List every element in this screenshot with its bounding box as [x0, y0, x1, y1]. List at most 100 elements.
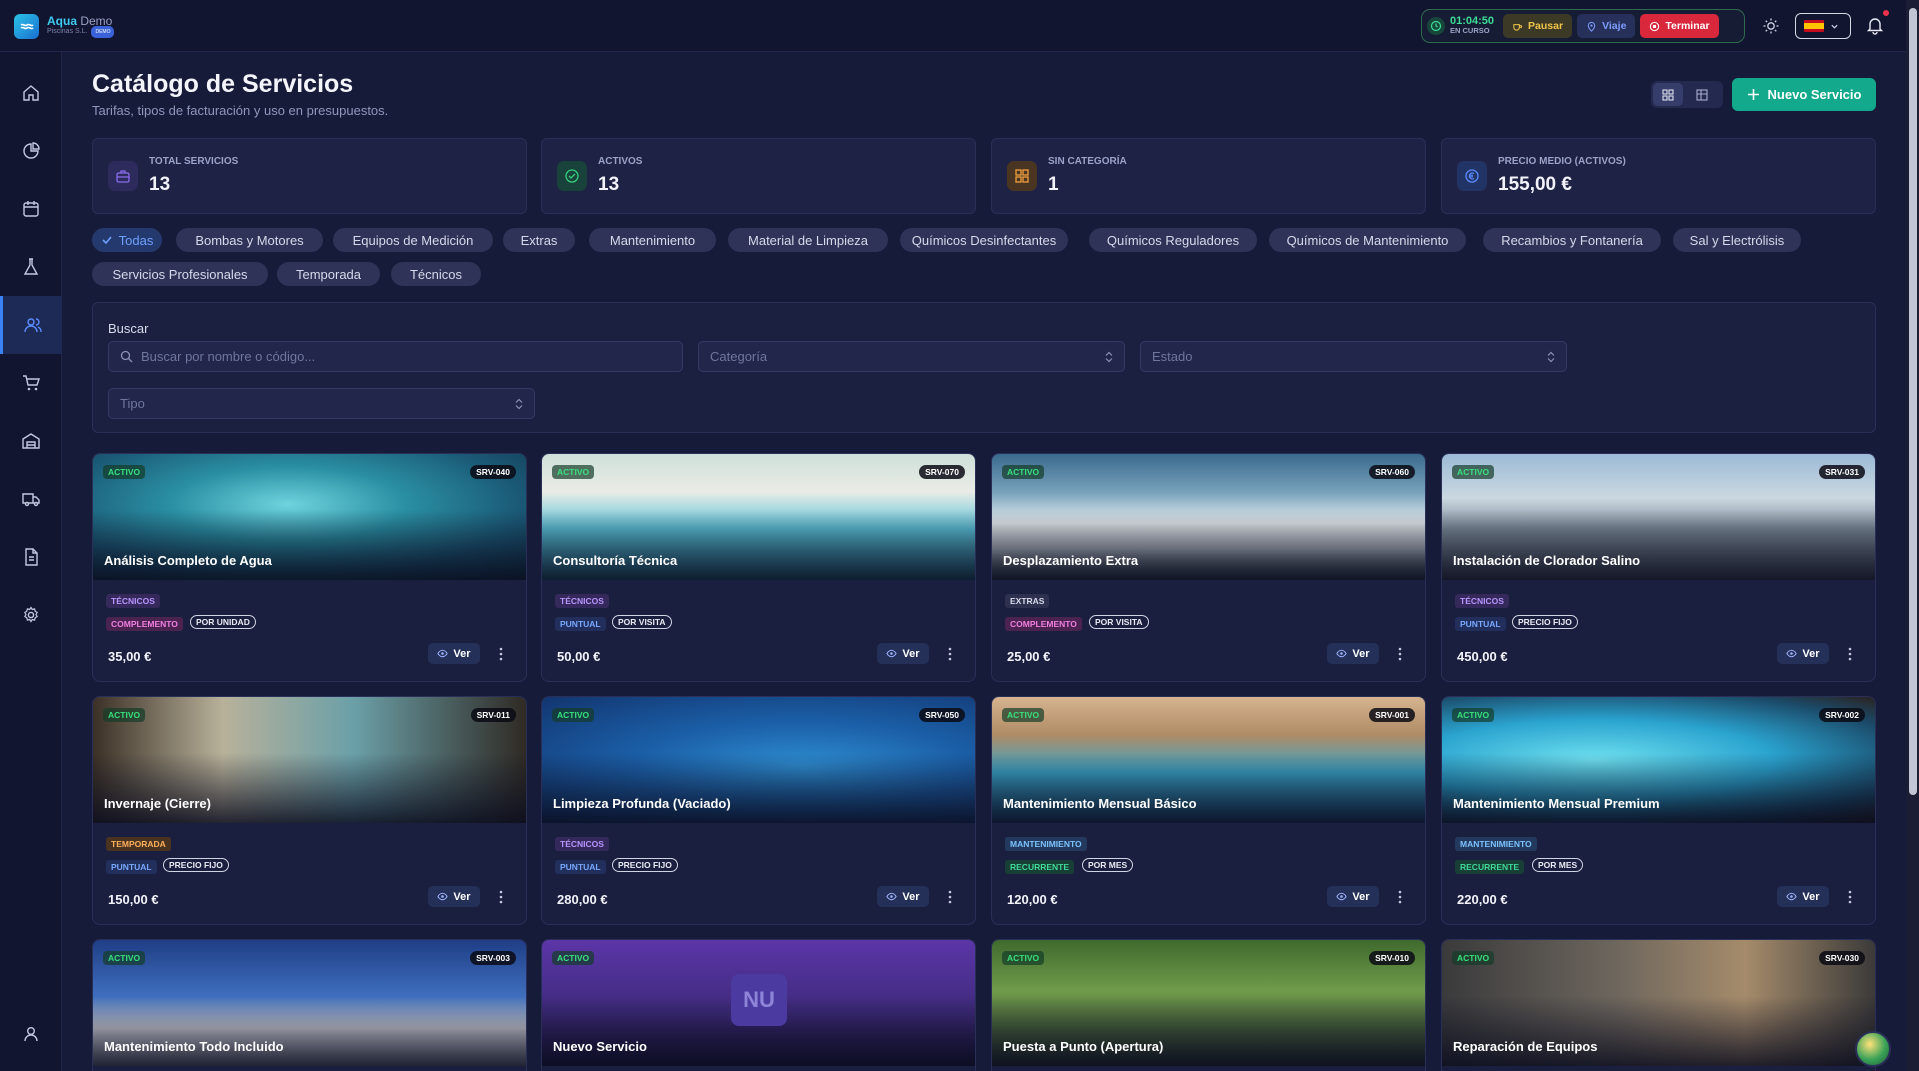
pause-button[interactable]: Pausar — [1503, 14, 1573, 38]
chip-mantenimiento[interactable]: Mantenimiento — [589, 228, 716, 252]
service-title: Desplazamiento Extra — [1003, 553, 1139, 568]
chip-extras[interactable]: Extras — [503, 228, 575, 252]
end-session-button[interactable]: Terminar — [1640, 14, 1719, 38]
service-card[interactable]: ACTIVO SRV-010 Puesta a Punto (Apertura) — [991, 939, 1426, 1071]
more-options-icon[interactable] — [495, 646, 507, 662]
service-card[interactable]: ACTIVO SRV-003 Mantenimiento Todo Inclui… — [92, 939, 527, 1071]
calendar-icon[interactable] — [0, 180, 62, 238]
chip-bombas-motores[interactable]: Bombas y Motores — [176, 228, 323, 252]
grid-icon — [1007, 161, 1037, 191]
more-options-icon[interactable] — [1394, 889, 1406, 905]
view-button[interactable]: Ver — [1777, 886, 1829, 907]
view-button[interactable]: Ver — [1777, 643, 1829, 664]
service-card[interactable]: ACTIVO SRV-040 Análisis Completo de Agua… — [92, 453, 527, 682]
service-card[interactable]: ACTIVO SRV-001 Mantenimiento Mensual Bás… — [991, 696, 1426, 925]
assistant-avatar[interactable] — [1855, 1031, 1891, 1067]
service-price: 150,00 € — [108, 892, 159, 907]
chip-tecnicos[interactable]: Técnicos — [391, 262, 481, 286]
more-options-icon[interactable] — [1844, 889, 1856, 905]
service-card[interactable]: ACTIVO SRV-002 Mantenimiento Mensual Pre… — [1441, 696, 1876, 925]
service-card[interactable]: ACTIVO SRV-030 Reparación de Equipos — [1441, 939, 1876, 1071]
chip-quimicos-reguladores[interactable]: Químicos Reguladores — [1089, 228, 1257, 252]
clock-icon — [1427, 17, 1445, 35]
document-icon[interactable] — [0, 528, 62, 586]
truck-icon[interactable] — [0, 470, 62, 528]
view-button[interactable]: Ver — [877, 643, 929, 664]
cart-icon[interactable] — [0, 354, 62, 412]
chip-equipos-medicion[interactable]: Equipos de Medición — [333, 228, 493, 252]
table-view-button[interactable] — [1687, 83, 1717, 106]
eye-icon — [1336, 649, 1348, 658]
status-badge: ACTIVO — [552, 951, 595, 965]
more-options-icon[interactable] — [944, 646, 956, 662]
more-options-icon[interactable] — [1394, 646, 1406, 662]
home-icon[interactable] — [0, 64, 62, 122]
service-card[interactable]: ACTIVO SRV-070 Consultoría Técnica TÉCNI… — [541, 453, 976, 682]
view-button[interactable]: Ver — [1327, 886, 1379, 907]
service-title: Análisis Completo de Agua — [104, 553, 272, 568]
view-button[interactable]: Ver — [1327, 643, 1379, 664]
service-card[interactable]: ACTIVO SRV-060 Desplazamiento Extra EXTR… — [991, 453, 1426, 682]
chip-recambios-fontaneria[interactable]: Recambios y Fontanería — [1483, 228, 1661, 252]
more-options-icon[interactable] — [495, 889, 507, 905]
view-button[interactable]: Ver — [428, 886, 480, 907]
language-selector[interactable] — [1795, 13, 1851, 39]
page-title: Catálogo de Servicios — [92, 70, 354, 98]
session-timer: 01:04:50 EN CURSO Pausar Viaje Terminar — [1421, 9, 1745, 43]
gear-icon[interactable] — [0, 586, 62, 644]
view-button[interactable]: Ver — [428, 643, 480, 664]
grid-view-button[interactable] — [1653, 83, 1683, 106]
more-options-icon[interactable] — [1844, 646, 1856, 662]
chip-temporada[interactable]: Temporada — [277, 262, 380, 286]
code-badge: SRV-040 — [470, 465, 516, 479]
chip-quimicos-mantenimiento[interactable]: Químicos de Mantenimiento — [1269, 228, 1466, 252]
pie-chart-icon[interactable] — [0, 122, 62, 180]
warehouse-icon[interactable] — [0, 412, 62, 470]
status-badge: ACTIVO — [103, 708, 146, 722]
service-price: 25,00 € — [1007, 649, 1051, 664]
service-title: Instalación de Clorador Salino — [1453, 553, 1641, 568]
status-select[interactable]: Estado — [1140, 341, 1567, 372]
stop-circle-icon — [1650, 21, 1660, 31]
type-select[interactable]: Tipo — [108, 388, 535, 419]
app-logo[interactable]: Aqua Demo Piscinas S.L. DEMO — [14, 14, 115, 39]
chip-servicios-profesionales[interactable]: Servicios Profesionales — [92, 262, 268, 286]
user-profile-icon[interactable] — [0, 1005, 62, 1063]
service-title: Limpieza Profunda (Vaciado) — [553, 796, 731, 811]
scrollbar-thumb[interactable] — [1909, 8, 1917, 795]
euro-icon — [1457, 161, 1487, 191]
stat-value: 13 — [598, 174, 620, 195]
category-tag: TÉCNICOS — [106, 594, 160, 608]
view-button[interactable]: Ver — [877, 886, 929, 907]
service-card[interactable]: ACTIVO SRV-031 Instalación de Clorador S… — [1441, 453, 1876, 682]
chip-material-limpieza[interactable]: Material de Limpieza — [728, 228, 888, 252]
search-input[interactable]: Buscar por nombre o código... — [108, 341, 683, 372]
map-pin-icon — [1587, 21, 1596, 32]
category-select[interactable]: Categoría — [698, 341, 1125, 372]
service-card[interactable]: NU ACTIVO Nuevo Servicio — [541, 939, 976, 1071]
bell-icon[interactable] — [1865, 15, 1885, 35]
kind-tag: PUNTUAL — [106, 860, 157, 874]
users-icon[interactable] — [0, 296, 62, 354]
chip-todas[interactable]: Todas — [92, 228, 162, 252]
top-bar: Aqua Demo Piscinas S.L. DEMO 01:04:50 EN … — [0, 0, 1906, 52]
sun-icon[interactable] — [1762, 17, 1780, 35]
chip-quimicos-desinfectantes[interactable]: Químicos Desinfectantes — [900, 228, 1068, 252]
service-card[interactable]: ACTIVO SRV-011 Invernaje (Cierre) TEMPOR… — [92, 696, 527, 925]
kind-tag: PUNTUAL — [1455, 617, 1506, 631]
trip-button[interactable]: Viaje — [1577, 14, 1636, 38]
service-title: Nuevo Servicio — [553, 1039, 647, 1054]
wave-icon — [14, 14, 39, 39]
filters-panel: Buscar Buscar por nombre o código... Cat… — [92, 302, 1876, 433]
plus-icon — [1747, 89, 1759, 100]
service-card[interactable]: ACTIVO SRV-050 Limpieza Profunda (Vaciad… — [541, 696, 976, 925]
service-price: 280,00 € — [557, 892, 608, 907]
stat-label: Total Servicios — [149, 156, 239, 167]
status-badge: ACTIVO — [552, 708, 595, 722]
new-service-button[interactable]: Nuevo Servicio — [1732, 78, 1876, 111]
billing-tag: POR UNIDAD — [190, 615, 256, 629]
category-tag: TEMPORADA — [106, 837, 171, 851]
chip-sal-electrolisis[interactable]: Sal y Electrólisis — [1673, 228, 1801, 252]
flask-icon[interactable] — [0, 238, 62, 296]
more-options-icon[interactable] — [944, 889, 956, 905]
